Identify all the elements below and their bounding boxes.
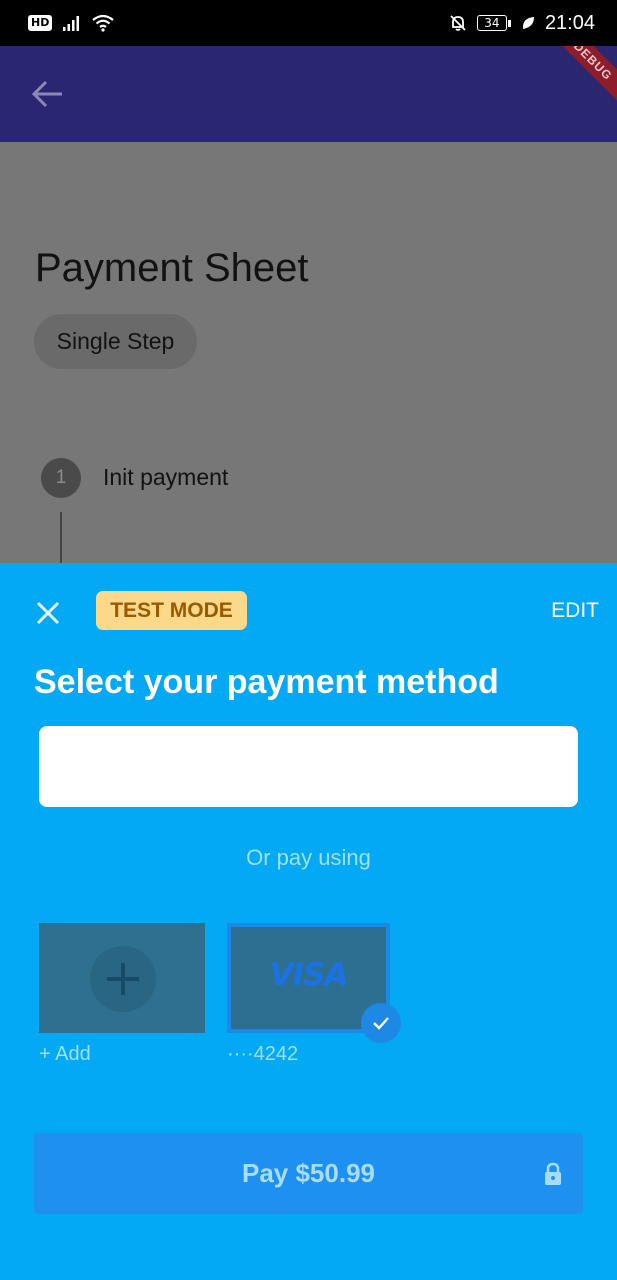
pay-button-label: Pay $50.99	[241, 1158, 375, 1188]
step-number: 1	[41, 458, 81, 498]
test-mode-badge: TEST MODE	[96, 591, 247, 630]
app-bar: DEBUG	[0, 46, 617, 142]
lock-icon	[545, 1162, 561, 1185]
step-label[interactable]: Init payment	[103, 464, 228, 491]
back-arrow-icon[interactable]	[30, 78, 66, 110]
add-circle	[90, 946, 156, 1012]
add-payment-method-tile[interactable]	[39, 923, 205, 1033]
edit-button[interactable]: EDIT	[551, 599, 599, 623]
selected-check-icon	[361, 1003, 401, 1043]
battery-tip	[507, 19, 511, 27]
clock: 21:04	[544, 11, 595, 34]
battery-level: 34	[476, 15, 507, 31]
wifi-icon	[92, 14, 115, 32]
page-content: Payment Sheet Single Step 1 Init payment	[0, 142, 617, 572]
or-pay-using-text: Or pay using	[246, 845, 371, 870]
google-pay-button[interactable]	[39, 726, 578, 807]
status-bar: HD 34 21:04	[0, 0, 617, 46]
leaf-icon	[522, 17, 534, 29]
payment-sheet: TEST MODE EDIT Select your payment metho…	[0, 563, 617, 1280]
battery-indicator: 34	[476, 15, 511, 31]
single-step-chip[interactable]: Single Step	[34, 314, 197, 369]
status-left: HD	[28, 14, 115, 32]
status-right: 34 21:04	[449, 12, 595, 35]
add-label: + Add	[39, 1043, 91, 1065]
pay-button[interactable]: Pay $50.99	[34, 1133, 583, 1214]
debug-banner: DEBUG	[542, 46, 617, 112]
signal-icon	[63, 16, 80, 31]
mute-bell-icon	[450, 15, 466, 31]
card-last4-label: ····4242	[227, 1043, 299, 1065]
close-icon[interactable]	[34, 599, 62, 627]
hd-badge: HD	[28, 15, 53, 31]
visa-logo: VISA	[269, 957, 349, 993]
sheet-title: Select your payment method	[34, 663, 499, 701]
page-title: Payment Sheet	[35, 246, 309, 290]
plus-icon	[107, 963, 139, 995]
